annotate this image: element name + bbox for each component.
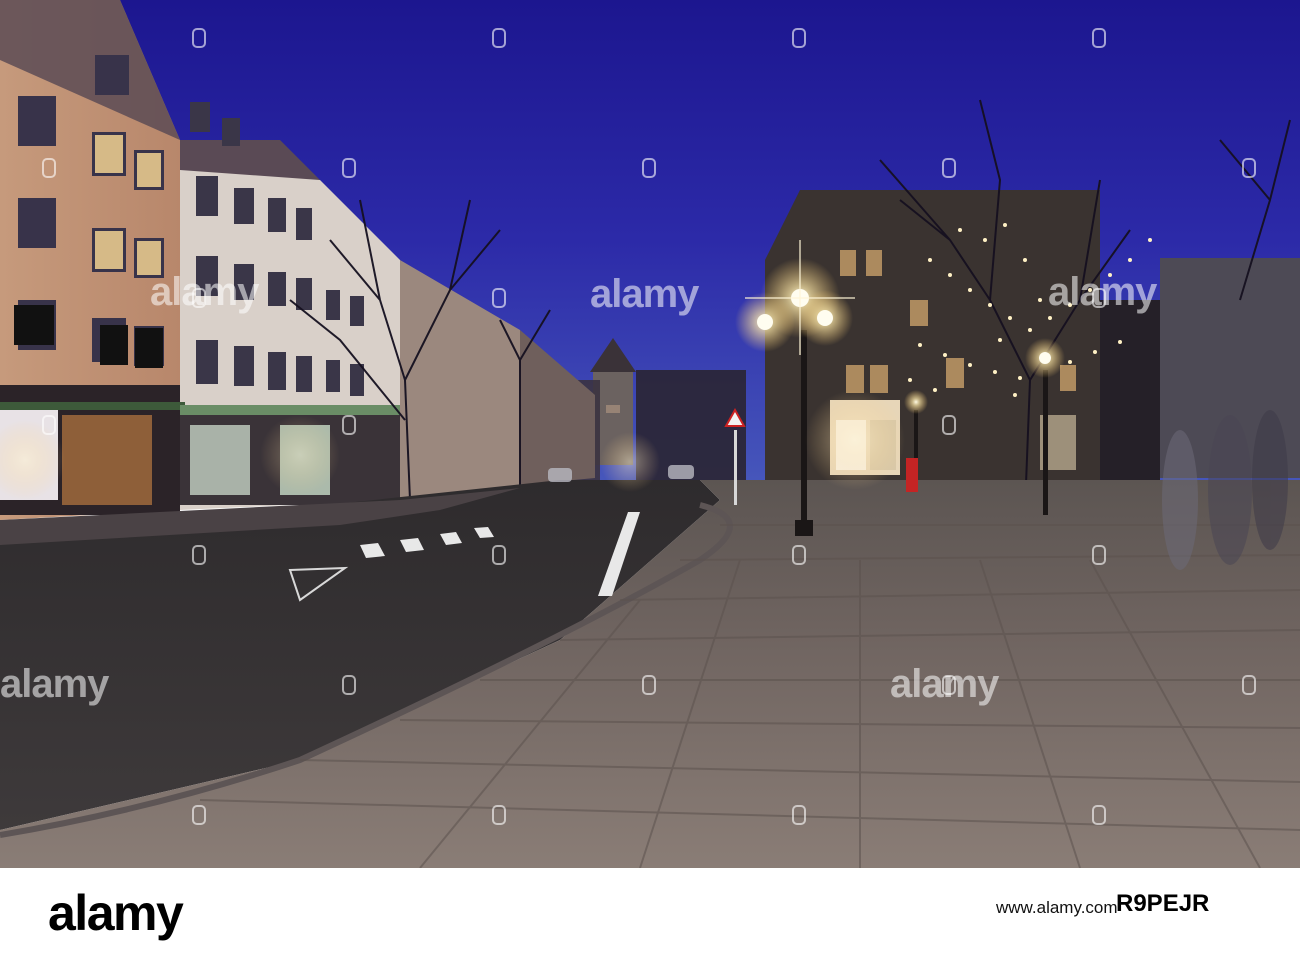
watermark-text: alamy [1048,270,1157,314]
watermark-dot [492,805,506,825]
footer-bar: alamy www.alamy.com R9PEJR [0,868,1300,956]
watermark-dot [1242,675,1256,695]
watermark-text: alamy [150,270,259,314]
watermark-dot [1092,805,1106,825]
footer-image-id: R9PEJR [1116,890,1210,917]
watermark-dot [342,415,356,435]
watermark-dot [342,158,356,178]
watermark-dot [642,675,656,695]
watermark-text: alamy [0,662,109,706]
watermark-dot [42,415,56,435]
watermark-dot [942,158,956,178]
watermark-dot [1092,545,1106,565]
watermark-dot [642,158,656,178]
watermark-dot [942,415,956,435]
watermark-dot [192,545,206,565]
watermark-dot [792,805,806,825]
footer-logo: alamy [48,885,184,941]
watermark-text: alamy [890,662,999,706]
street-photo: alamy alamy alamy alamy alamy [0,0,1300,868]
watermark-dot [792,28,806,48]
watermark-dot [192,28,206,48]
watermark-dot [192,805,206,825]
watermark-text: alamy [590,272,699,316]
watermark-dot [42,158,56,178]
watermark-dot [492,288,506,308]
watermark-dot [492,28,506,48]
watermark-dot [1092,28,1106,48]
watermark-dot [792,545,806,565]
footer-url: www.alamy.com [996,898,1118,917]
watermark-dot [342,675,356,695]
watermark-dot [1242,158,1256,178]
watermark-dot [492,545,506,565]
blurred-pedestrians [1162,410,1288,570]
